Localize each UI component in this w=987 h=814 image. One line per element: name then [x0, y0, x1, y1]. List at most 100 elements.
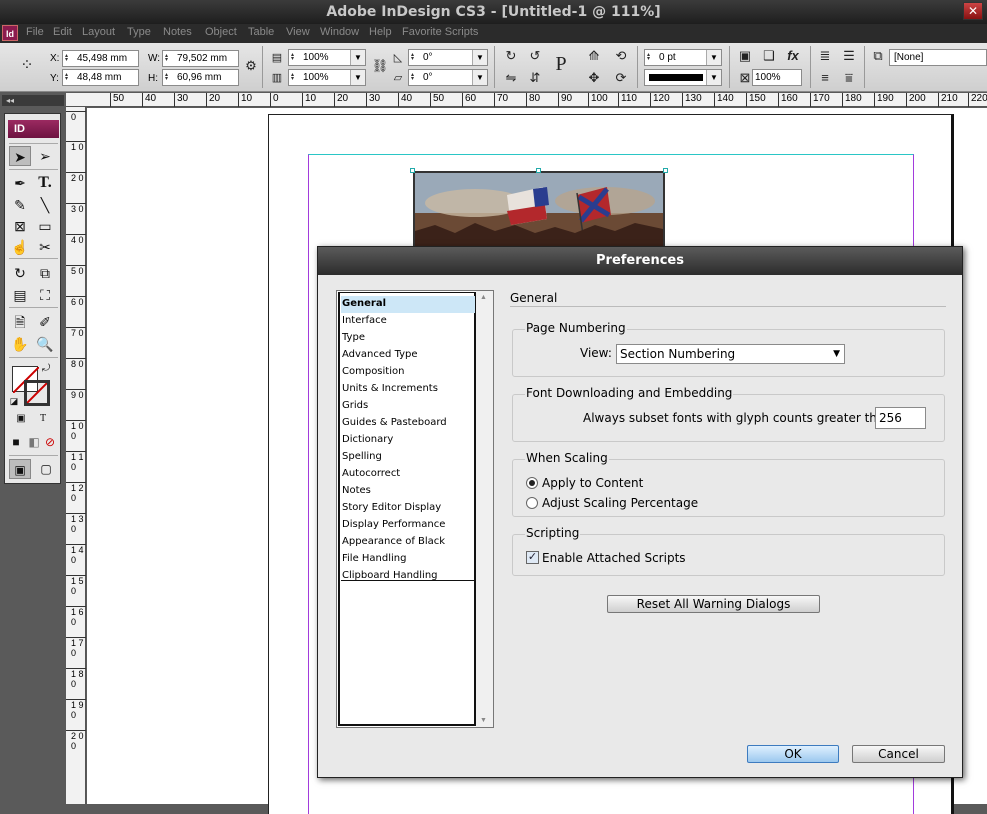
- object-style-field[interactable]: [None]: [889, 49, 987, 66]
- apply-gradient-icon[interactable]: ◧: [27, 434, 41, 450]
- hand-tool-icon[interactable]: ✋: [9, 334, 31, 354]
- apply-to-content-label[interactable]: Apply to Content: [542, 476, 643, 490]
- category-advanced-type[interactable]: Advanced Type: [341, 347, 475, 364]
- spinner-icon[interactable]: ▴ ▾: [411, 72, 419, 82]
- select-content-icon[interactable]: ✥: [585, 69, 603, 87]
- menu-file[interactable]: File: [26, 26, 44, 38]
- category-file-handling[interactable]: File Handling: [341, 551, 475, 568]
- shear-dropdown[interactable]: ▴ ▾ 0° ▼: [408, 69, 488, 86]
- horizontal-ruler[interactable]: 50 40 30 20 10 0 10 20 30 40 50 60 70 80…: [66, 93, 987, 107]
- free-transform-tool-icon[interactable]: ⛶: [34, 285, 56, 305]
- spinner-icon[interactable]: ▴ ▾: [291, 52, 299, 62]
- chevron-down-icon[interactable]: ▼: [706, 50, 721, 65]
- scale-x-dropdown[interactable]: ▴ ▾ 100% ▼: [288, 49, 366, 66]
- stroke-type-dropdown[interactable]: ▼: [644, 69, 722, 86]
- ok-button[interactable]: OK: [747, 745, 839, 763]
- category-story-editor-display[interactable]: Story Editor Display: [341, 500, 475, 517]
- apply-none-icon[interactable]: ⊘: [43, 434, 57, 450]
- align-center-icon[interactable]: ☰: [840, 47, 858, 65]
- chevron-down-icon[interactable]: ▼: [472, 50, 487, 65]
- category-guides-pasteboard[interactable]: Guides & Pasteboard: [341, 415, 475, 432]
- menu-view[interactable]: View: [286, 26, 310, 38]
- menu-table[interactable]: Table: [248, 26, 274, 38]
- stroke-weight-dropdown[interactable]: ▴ ▾ 0 pt ▼: [644, 49, 722, 66]
- flip-horizontal-icon[interactable]: ⇋: [502, 69, 520, 87]
- distribute-icon[interactable]: ≡: [816, 69, 834, 87]
- category-clipboard-handling[interactable]: Clipboard Handling: [341, 568, 475, 585]
- menu-favorite-scripts[interactable]: Favorite Scripts: [402, 26, 478, 38]
- menu-help[interactable]: Help: [369, 26, 392, 38]
- link-proportions-icon[interactable]: ⛓: [371, 57, 389, 75]
- menu-object[interactable]: Object: [205, 26, 237, 38]
- note-tool-icon[interactable]: 🗎: [9, 312, 31, 332]
- rectangle-frame-tool-icon[interactable]: ⊠: [9, 216, 31, 236]
- rectangle-tool-icon[interactable]: ▭: [34, 216, 56, 236]
- menu-edit[interactable]: Edit: [53, 26, 72, 38]
- category-general[interactable]: General: [341, 296, 475, 313]
- pen-tool-icon[interactable]: ✒: [9, 173, 31, 193]
- subset-glyph-count-input[interactable]: 256: [875, 407, 926, 429]
- text-wrap-icon[interactable]: ▣: [736, 47, 754, 65]
- w-field[interactable]: ▴ ▾ 79,502 mm: [162, 50, 239, 67]
- spinner-icon[interactable]: ▴ ▾: [165, 53, 173, 63]
- constrain-proportions-icon[interactable]: ⚙: [242, 57, 260, 75]
- select-previous-icon[interactable]: ⟲: [612, 47, 630, 65]
- zoom-tool-icon[interactable]: 🔍: [34, 334, 56, 354]
- category-autocorrect[interactable]: Autocorrect: [341, 466, 475, 483]
- category-list[interactable]: General Interface Type Advanced Type Com…: [336, 290, 494, 728]
- scroll-up-icon[interactable]: ▲: [480, 294, 487, 301]
- eyedropper-tool-icon[interactable]: ✐: [34, 312, 56, 332]
- reference-point-icon[interactable]: ⁘: [18, 57, 36, 75]
- pencil-tool-icon[interactable]: ✎: [9, 195, 31, 215]
- chevron-down-icon[interactable]: ▼: [706, 70, 721, 85]
- vertical-ruler[interactable]: 0 1 0 2 0 3 0 4 0 5 0 6 0 7 0 8 0 9 0 1 …: [66, 93, 86, 804]
- flip-vertical-icon[interactable]: ⇵: [526, 69, 544, 87]
- menu-window[interactable]: Window: [320, 26, 359, 38]
- view-select[interactable]: Section Numbering ▼: [616, 344, 845, 364]
- rotate-ccw-icon[interactable]: ↺: [526, 47, 544, 65]
- rotate-dropdown[interactable]: ▴ ▾ 0° ▼: [408, 49, 488, 66]
- button-tool-icon[interactable]: ☝: [9, 237, 31, 257]
- placed-image[interactable]: [413, 171, 665, 251]
- spinner-icon[interactable]: ▴ ▾: [647, 52, 655, 62]
- category-grids[interactable]: Grids: [341, 398, 475, 415]
- y-field[interactable]: ▴ ▾ 48,48 mm: [62, 69, 139, 86]
- gradient-tool-icon[interactable]: ▤: [9, 285, 31, 305]
- preview-mode-icon[interactable]: ▢: [35, 459, 57, 479]
- resize-handle[interactable]: [536, 168, 541, 173]
- stroke-swatch[interactable]: [24, 380, 50, 406]
- cancel-button[interactable]: Cancel: [852, 745, 945, 763]
- app-icon[interactable]: Id: [2, 25, 18, 41]
- apply-to-content-radio[interactable]: [526, 477, 538, 489]
- category-interface[interactable]: Interface: [341, 313, 475, 330]
- spinner-icon[interactable]: ▴ ▾: [65, 72, 73, 82]
- category-appearance-of-black[interactable]: Appearance of Black: [341, 534, 475, 551]
- menu-notes[interactable]: Notes: [163, 26, 192, 38]
- adjust-scaling-radio[interactable]: [526, 497, 538, 509]
- chevron-down-icon[interactable]: ▼: [472, 70, 487, 85]
- distribute-spacing-icon[interactable]: ⩸: [840, 69, 858, 87]
- enable-scripts-checkbox[interactable]: ✓: [526, 551, 539, 564]
- align-left-icon[interactable]: ≣: [816, 47, 834, 65]
- swap-fill-stroke-icon[interactable]: ⤾: [39, 362, 53, 376]
- apply-color-icon[interactable]: ■: [9, 434, 23, 450]
- category-display-performance[interactable]: Display Performance: [341, 517, 475, 534]
- text-frame-icon[interactable]: P: [552, 54, 570, 74]
- collapse-panel-button[interactable]: ◂◂: [2, 95, 64, 106]
- category-type[interactable]: Type: [341, 330, 475, 347]
- default-fill-stroke-icon[interactable]: ◪: [7, 394, 21, 408]
- spinner-icon[interactable]: ▴ ▾: [411, 52, 419, 62]
- category-dictionary[interactable]: Dictionary: [341, 432, 475, 449]
- resize-handle[interactable]: [663, 168, 668, 173]
- type-tool-icon[interactable]: T.: [34, 173, 56, 193]
- category-scrollbar[interactable]: ▲ ▼: [476, 291, 493, 727]
- reset-warning-dialogs-button[interactable]: Reset All Warning Dialogs: [607, 595, 820, 613]
- close-window-button[interactable]: ✕: [963, 2, 983, 20]
- direct-selection-tool-icon[interactable]: ➢: [34, 146, 56, 166]
- line-tool-icon[interactable]: ╲: [34, 195, 56, 215]
- category-units-increments[interactable]: Units & Increments: [341, 381, 475, 398]
- enable-scripts-label[interactable]: Enable Attached Scripts: [542, 551, 686, 565]
- selection-tool-icon[interactable]: ➤: [9, 146, 31, 166]
- rotate-cw-icon[interactable]: ↻: [502, 47, 520, 65]
- normal-view-mode-icon[interactable]: ▣: [9, 459, 31, 479]
